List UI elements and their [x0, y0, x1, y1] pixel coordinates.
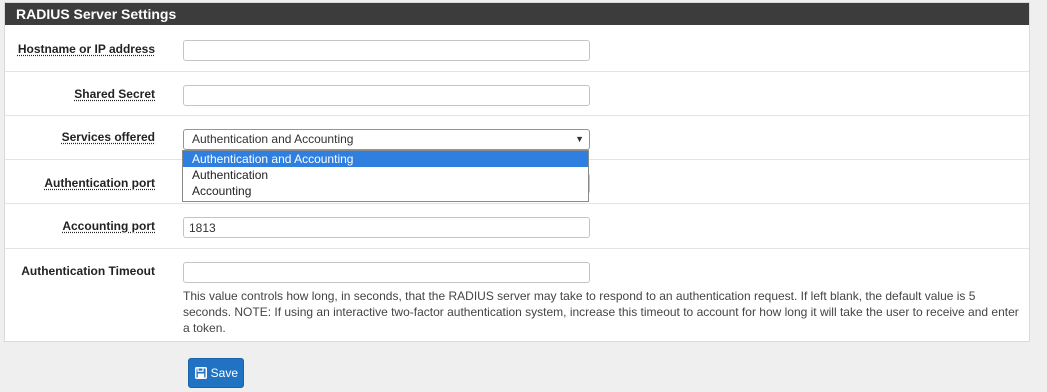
dropdown-option[interactable]: Accounting — [183, 183, 588, 199]
accounting-port-label: Accounting port — [62, 219, 155, 233]
dropdown-option[interactable]: Authentication — [183, 167, 588, 183]
auth-port-label: Authentication port — [44, 176, 155, 190]
save-button[interactable]: Save — [188, 358, 244, 388]
services-offered-dropdown: Authentication and Accounting Authentica… — [182, 150, 589, 202]
dropdown-option[interactable]: Authentication and Accounting — [183, 151, 588, 167]
services-offered-select[interactable]: Authentication and Accounting ▼ — [183, 129, 590, 150]
row-shared-secret: Shared Secret — [5, 72, 1029, 116]
row-accounting-port: Accounting port — [5, 204, 1029, 249]
save-button-label: Save — [210, 366, 238, 380]
hostname-input[interactable] — [183, 40, 590, 61]
shared-secret-label: Shared Secret — [74, 87, 155, 101]
panel-title: RADIUS Server Settings — [5, 3, 1029, 25]
floppy-disk-icon — [195, 367, 207, 379]
caret-down-icon: ▼ — [575, 134, 584, 144]
services-offered-value: Authentication and Accounting — [192, 132, 354, 146]
shared-secret-input[interactable] — [183, 85, 590, 106]
row-hostname: Hostname or IP address — [5, 27, 1029, 72]
auth-timeout-label: Authentication Timeout — [21, 264, 155, 278]
accounting-port-input[interactable] — [183, 217, 590, 238]
auth-timeout-input[interactable] — [183, 262, 590, 283]
auth-timeout-help-text: This value controls how long, in seconds… — [183, 289, 1019, 335]
row-auth-timeout: Authentication Timeout This value contro… — [5, 249, 1029, 341]
hostname-label: Hostname or IP address — [17, 42, 155, 56]
services-offered-label: Services offered — [61, 130, 155, 144]
